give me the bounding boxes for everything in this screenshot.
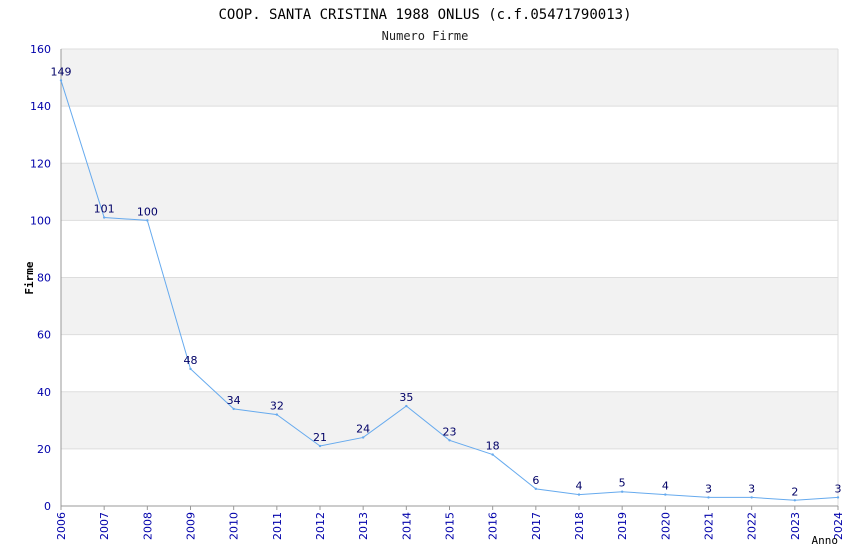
plot-band — [61, 220, 838, 278]
data-label: 3 — [705, 482, 712, 495]
data-label: 4 — [576, 480, 583, 493]
x-tick-label: 2012 — [314, 512, 327, 540]
x-tick-label: 2015 — [444, 512, 457, 540]
y-tick-label: 100 — [30, 214, 51, 227]
x-tick-label: 2013 — [357, 512, 370, 540]
data-point — [836, 496, 840, 499]
data-label: 35 — [399, 391, 413, 404]
plot-band — [61, 334, 838, 392]
x-tick-label: 2010 — [228, 512, 241, 540]
x-tick-label: 2007 — [98, 512, 111, 540]
data-point — [750, 496, 753, 499]
x-tick-label: 2008 — [141, 512, 154, 540]
data-point — [707, 496, 710, 499]
data-label: 24 — [356, 422, 370, 435]
data-point — [405, 404, 408, 408]
y-tick-label: 60 — [37, 329, 51, 342]
x-tick-label: 2011 — [271, 512, 284, 540]
data-label: 32 — [270, 400, 284, 413]
data-point — [577, 493, 581, 496]
data-label: 100 — [137, 205, 158, 218]
x-tick-label: 2006 — [55, 512, 68, 540]
data-point — [318, 444, 322, 448]
data-point — [448, 439, 451, 442]
y-axis-title: Firme — [23, 261, 36, 294]
data-label: 18 — [486, 440, 500, 453]
data-label: 4 — [662, 480, 669, 493]
data-label: 149 — [51, 65, 72, 78]
chart-title: COOP. SANTA CRISTINA 1988 ONLUS (c.f.054… — [218, 7, 631, 23]
y-tick-label: 120 — [30, 157, 51, 170]
x-tick-label: 2009 — [185, 512, 198, 540]
data-point — [232, 407, 235, 411]
x-tick-label: 2022 — [746, 512, 759, 540]
y-tick-label: 40 — [37, 386, 51, 399]
y-tick-label: 160 — [30, 43, 51, 56]
data-label: 21 — [313, 431, 327, 444]
data-label: 34 — [227, 394, 241, 407]
data-point — [361, 436, 365, 439]
data-point — [664, 493, 667, 496]
data-label: 48 — [184, 354, 198, 367]
data-point — [275, 413, 279, 416]
data-label: 3 — [748, 482, 755, 495]
x-tick-label: 2023 — [789, 512, 802, 540]
chart-subtitle: Numero Firme — [382, 29, 469, 43]
plot-band — [61, 163, 838, 221]
data-label: 5 — [619, 477, 626, 490]
data-point — [620, 490, 624, 493]
data-label: 6 — [532, 474, 539, 487]
data-label: 3 — [835, 482, 842, 495]
x-tick-label: 2014 — [400, 512, 413, 540]
x-axis-title: Anno — [812, 534, 839, 547]
data-point — [534, 487, 538, 491]
y-tick-label: 80 — [37, 272, 51, 285]
chart: 020406080100120140160 2006 2007 2008 2009 20… — [23, 7, 845, 547]
data-point — [793, 499, 797, 502]
plot-band — [61, 49, 838, 107]
y-tick-label: 0 — [44, 500, 51, 513]
y-tick-label: 20 — [37, 443, 51, 456]
x-tick-label: 2021 — [703, 512, 716, 540]
y-tick-label: 140 — [30, 100, 51, 113]
plot-band — [61, 106, 838, 164]
data-label: 101 — [94, 203, 115, 216]
x-tick-label: 2017 — [530, 512, 543, 540]
data-point — [491, 453, 494, 456]
data-point — [189, 367, 192, 371]
x-tick-label: 2016 — [487, 512, 500, 540]
data-label: 23 — [443, 425, 457, 438]
data-point — [146, 219, 149, 222]
x-tick-labels: 2006 2007 2008 2009 2010 2011 2012 2013 2014 2015… — [55, 512, 845, 540]
x-tick-label: 2018 — [573, 512, 586, 540]
x-tick-label: 2019 — [616, 512, 629, 540]
data-label: 2 — [791, 485, 798, 498]
x-tick-label: 2020 — [659, 512, 672, 540]
data-point — [102, 216, 106, 219]
data-point — [59, 79, 63, 82]
